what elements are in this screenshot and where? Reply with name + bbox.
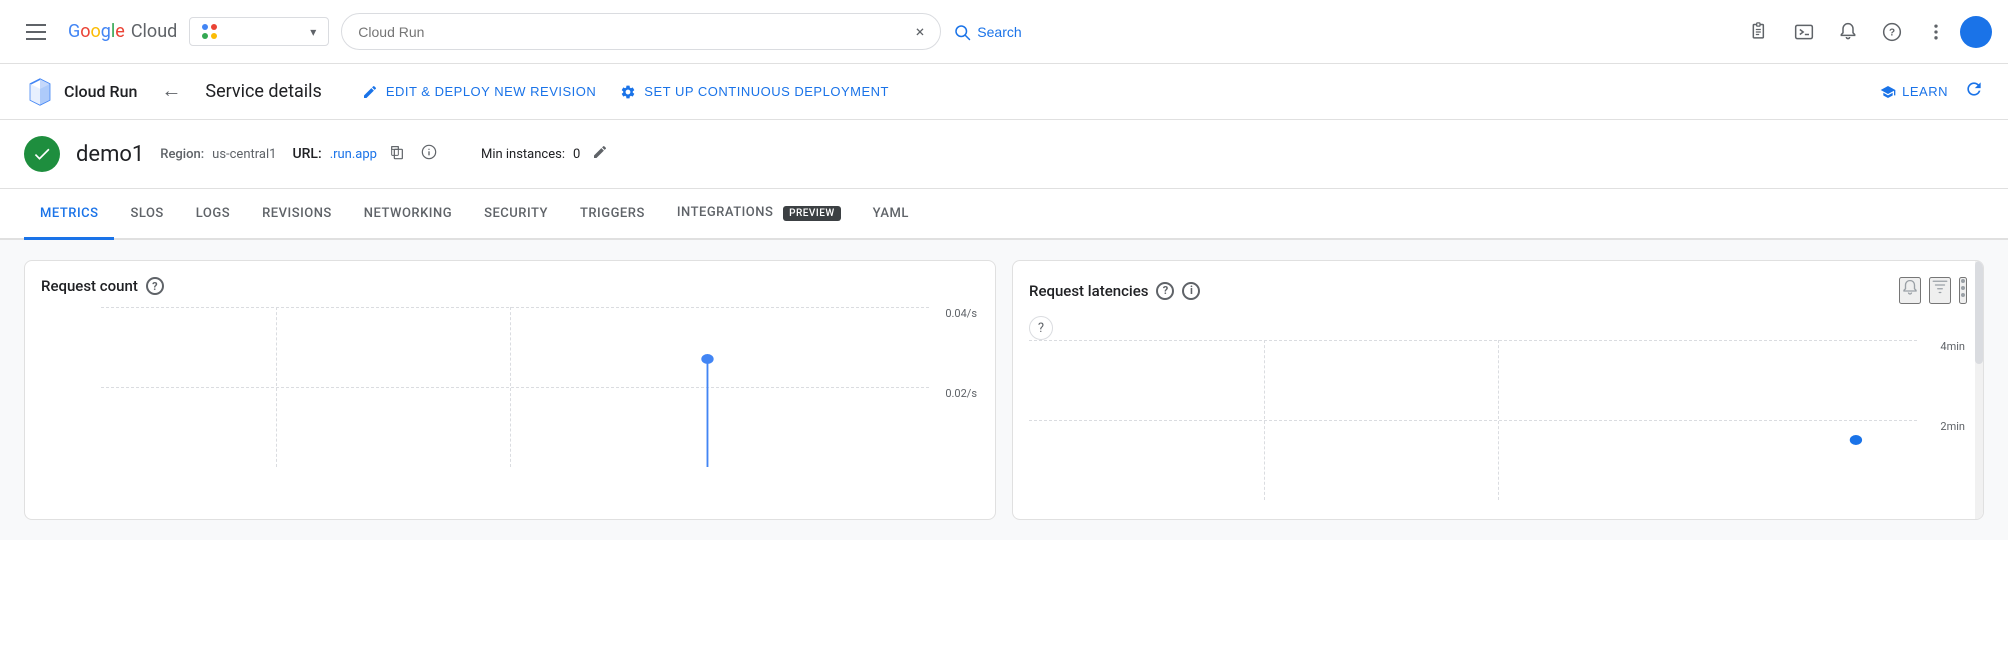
service-status-icon — [24, 136, 60, 172]
chart-alert-button[interactable] — [1899, 277, 1921, 304]
service-region: Region: us-central1 — [160, 147, 276, 162]
alert-bell-icon — [1901, 279, 1919, 297]
filter-icon — [1931, 279, 1949, 297]
chart-info-icon-latencies[interactable]: i — [1182, 282, 1200, 300]
info-circle-icon — [421, 144, 437, 160]
edit-min-instances-button[interactable] — [588, 140, 612, 169]
copy-icon — [389, 144, 405, 160]
pencil-icon — [592, 144, 608, 160]
help-icon-btn[interactable]: ? — [1872, 12, 1912, 52]
hamburger-menu[interactable] — [16, 12, 56, 52]
tabs-bar: METRICS SLOS LOGS REVISIONS NETWORKING S… — [0, 189, 2008, 240]
search-icon — [953, 23, 971, 41]
project-selector[interactable]: ▾ — [189, 17, 329, 46]
chart-svg-request-count — [41, 307, 979, 467]
project-dots-icon — [202, 24, 217, 39]
chart-more-button[interactable] — [1959, 277, 1967, 304]
continuous-deploy-button[interactable]: SET UP CONTINUOUS DEPLOYMENT — [620, 84, 889, 100]
cloud-run-icon — [24, 76, 56, 108]
settings-icon — [620, 84, 636, 100]
project-chevron-icon: ▾ — [310, 25, 316, 39]
chart-filter-button[interactable] — [1929, 277, 1951, 304]
service-url: URL: .run.app — [292, 140, 441, 169]
google-cloud-logo[interactable]: Google Cloud — [68, 21, 177, 42]
search-clear-icon[interactable]: × — [916, 22, 925, 41]
copy-url-button[interactable] — [385, 140, 409, 169]
scrollbar-track[interactable] — [1975, 261, 1983, 519]
tab-slos[interactable]: SLOS — [114, 190, 179, 240]
learn-icon — [1880, 84, 1896, 100]
chart-title-request-latencies: Request latencies — [1029, 282, 1148, 300]
min-instances: Min instances: 0 — [481, 140, 612, 169]
back-button[interactable]: ← — [153, 74, 189, 110]
main-content: Request count ? 0.04/s 0.02/s Request la — [0, 240, 2008, 540]
refresh-icon — [1964, 79, 1984, 99]
bell-icon — [1838, 22, 1858, 42]
page-title: Service details — [205, 81, 321, 102]
svg-text:?: ? — [1889, 27, 1895, 38]
learn-button[interactable]: LEARN — [1880, 84, 1948, 100]
latencies-help-circle[interactable]: ? — [1029, 316, 1053, 340]
clipboard-icon — [1750, 22, 1770, 42]
more-vert-chart-icon — [1961, 279, 1965, 297]
terminal-icon — [1794, 22, 1814, 42]
edit-icon — [362, 84, 378, 100]
cloud-run-logo: Cloud Run — [24, 76, 137, 108]
search-button[interactable]: Search — [953, 23, 1021, 41]
avatar[interactable] — [1960, 16, 1992, 48]
request-count-panel: Request count ? 0.04/s 0.02/s — [24, 260, 996, 520]
preview-badge: PREVIEW — [783, 206, 841, 221]
service-header: demo1 Region: us-central1 URL: .run.app … — [0, 120, 2008, 189]
tab-integrations[interactable]: INTEGRATIONS PREVIEW — [661, 189, 857, 240]
tab-revisions[interactable]: REVISIONS — [246, 190, 348, 240]
tab-networking[interactable]: NETWORKING — [348, 190, 468, 240]
tab-security[interactable]: SECURITY — [468, 190, 564, 240]
scrollbar-thumb — [1975, 261, 1983, 364]
tab-triggers[interactable]: TRIGGERS — [564, 190, 661, 240]
clipboard-icon-btn[interactable] — [1740, 12, 1780, 52]
tab-logs[interactable]: LOGS — [180, 190, 246, 240]
tab-yaml[interactable]: YAML — [857, 190, 925, 240]
top-nav: Google Cloud ▾ × Search — [0, 0, 2008, 64]
chart-title-request-count: Request count — [41, 277, 138, 295]
more-vert-icon — [1926, 22, 1946, 42]
chart-svg-latencies — [1029, 340, 1967, 500]
chart-area-request-latencies: 4min 2min — [1029, 340, 1967, 500]
edit-deploy-button[interactable]: EDIT & DEPLOY NEW REVISION — [362, 84, 596, 100]
secondary-nav: Cloud Run ← Service details EDIT & DEPLO… — [0, 64, 2008, 120]
chart-header-request-latencies: Request latencies ? i — [1029, 277, 1967, 304]
search-bar: × — [341, 13, 941, 50]
chart-header-request-count: Request count ? — [41, 277, 979, 295]
service-name: demo1 — [76, 142, 144, 167]
action-buttons: EDIT & DEPLOY NEW REVISION SET UP CONTIN… — [362, 84, 889, 100]
chart-area-request-count: 0.04/s 0.02/s — [41, 307, 979, 467]
chart-actions-latencies — [1899, 277, 1967, 304]
url-link[interactable]: .run.app — [330, 147, 377, 162]
chart-help-icon-request-count[interactable]: ? — [146, 277, 164, 295]
url-info-button[interactable] — [417, 140, 441, 169]
help-icon: ? — [1882, 22, 1902, 42]
tab-metrics[interactable]: METRICS — [24, 190, 114, 240]
secondary-nav-right: LEARN — [1880, 79, 1984, 104]
nav-icons: ? — [1740, 12, 1992, 52]
refresh-button[interactable] — [1964, 79, 1984, 104]
chart-help-icon-latencies[interactable]: ? — [1156, 282, 1174, 300]
request-latencies-panel: Request latencies ? i — [1012, 260, 1984, 520]
search-input[interactable] — [358, 24, 907, 40]
terminal-icon-btn[interactable] — [1784, 12, 1824, 52]
bell-icon-btn[interactable] — [1828, 12, 1868, 52]
cloud-run-label: Cloud Run — [64, 82, 137, 101]
more-vert-icon-btn[interactable] — [1916, 12, 1956, 52]
check-icon — [32, 144, 52, 164]
